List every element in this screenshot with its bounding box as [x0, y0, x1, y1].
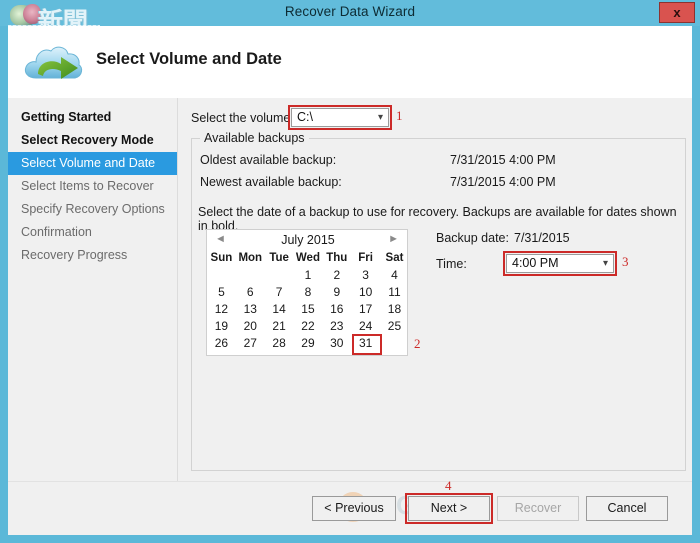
- calendar-month-title: July 2015: [281, 233, 335, 247]
- oldest-backup-label: Oldest available backup:: [200, 153, 337, 167]
- calendar-week-row: 12 13 14 15 16 17 18: [207, 301, 409, 318]
- calendar-day[interactable]: 17: [351, 301, 380, 318]
- calendar-dow: Mon: [238, 252, 263, 264]
- close-button[interactable]: x: [659, 2, 695, 23]
- calendar-day[interactable]: 10: [351, 284, 380, 301]
- annotation-4: 4: [445, 478, 452, 493]
- calendar-day-selected[interactable]: 31: [351, 334, 383, 355]
- title-bar: 新聞 Recover Data Wizard x: [0, 0, 700, 36]
- backup-date-calendar[interactable]: ◄ July 2015 ► Sun Mon Tue Wed Thu Fri Sa…: [206, 229, 408, 356]
- calendar-dow: Tue: [269, 252, 289, 264]
- calendar-day[interactable]: [236, 267, 265, 284]
- calendar-next-icon[interactable]: ►: [388, 233, 399, 245]
- newest-backup-value: 7/31/2015 4:00 PM: [450, 175, 556, 189]
- next-button[interactable]: Next >: [408, 496, 490, 521]
- calendar-dow-row: Sun Mon Tue Wed Thu Fri Sat: [207, 250, 409, 267]
- calendar-day[interactable]: 2: [322, 267, 351, 284]
- calendar-day[interactable]: 7: [265, 284, 294, 301]
- time-label: Time:: [436, 257, 467, 271]
- calendar-header: ◄ July 2015 ►: [207, 230, 407, 250]
- volume-label: Select the volume:: [191, 111, 294, 125]
- calendar-week-row: 19 20 21 22 23 24 25: [207, 318, 409, 335]
- sidebar-item-confirmation[interactable]: Confirmation: [8, 221, 177, 244]
- wizard-content-panel: Select the volume: C:\ ▾ 1 Available bac…: [179, 98, 692, 481]
- calendar-day[interactable]: 9: [322, 284, 351, 301]
- recover-data-wizard-window: 新聞 Recover Data Wizard x Select Volume a…: [0, 0, 700, 543]
- calendar-day[interactable]: 24: [351, 318, 380, 335]
- available-backups-groupbox: Available backups Oldest available backu…: [191, 131, 686, 471]
- previous-button[interactable]: < Previous: [312, 496, 396, 521]
- annotation-2: 2: [414, 336, 421, 351]
- calendar-day[interactable]: 1: [294, 267, 323, 284]
- cloud-recovery-icon: [24, 46, 83, 79]
- groupbox-legend: Available backups: [200, 131, 309, 145]
- calendar-day[interactable]: 29: [294, 335, 323, 352]
- backup-date-value: 7/31/2015: [514, 231, 570, 245]
- cancel-button[interactable]: Cancel: [586, 496, 668, 521]
- oldest-backup-value: 7/31/2015 4:00 PM: [450, 153, 556, 167]
- backup-date-label: Backup date:: [436, 231, 509, 245]
- calendar-day[interactable]: 22: [294, 318, 323, 335]
- calendar-day[interactable]: 20: [236, 318, 265, 335]
- calendar-day[interactable]: 21: [265, 318, 294, 335]
- calendar-day[interactable]: 13: [236, 301, 265, 318]
- calendar-dow: Sun: [210, 252, 233, 264]
- calendar-day[interactable]: 30: [322, 335, 351, 352]
- calendar-day[interactable]: 8: [294, 284, 323, 301]
- sidebar-item-select-items-to-recover[interactable]: Select Items to Recover: [8, 175, 177, 198]
- calendar-day[interactable]: 4: [380, 267, 409, 284]
- calendar-day[interactable]: 11: [380, 284, 409, 301]
- calendar-day[interactable]: 26: [207, 335, 236, 352]
- page-title: Select Volume and Date: [96, 50, 282, 68]
- wizard-step-sidebar: Getting Started Select Recovery Mode Sel…: [8, 98, 178, 481]
- sidebar-item-select-volume-and-date[interactable]: Select Volume and Date: [8, 152, 177, 175]
- calendar-day[interactable]: 5: [207, 284, 236, 301]
- calendar-day[interactable]: 3: [351, 267, 380, 284]
- calendar-dow: Fri: [358, 252, 373, 264]
- sidebar-item-getting-started[interactable]: Getting Started: [8, 106, 177, 129]
- wizard-footer: G < Previous Next > 4 Recover Cancel: [8, 478, 692, 535]
- calendar-day[interactable]: 18: [380, 301, 409, 318]
- volume-select-value: C:\: [297, 110, 313, 124]
- calendar-day[interactable]: 28: [265, 335, 294, 352]
- newest-backup-label: Newest available backup:: [200, 175, 342, 189]
- annotation-3: 3: [622, 254, 629, 269]
- chevron-down-icon: ▾: [377, 112, 383, 123]
- wizard-header: Select Volume and Date: [8, 26, 692, 98]
- window-title: Recover Data Wizard: [284, 4, 416, 19]
- calendar-day[interactable]: 6: [236, 284, 265, 301]
- calendar-day[interactable]: [207, 267, 236, 284]
- calendar-day[interactable]: 27: [236, 335, 265, 352]
- calendar-day[interactable]: 23: [322, 318, 351, 335]
- calendar-dow: Thu: [326, 252, 348, 264]
- recover-button: Recover: [497, 496, 579, 521]
- calendar-grid: Sun Mon Tue Wed Thu Fri Sat 1 2 3 4 5 6 …: [207, 250, 409, 355]
- calendar-dow: Wed: [295, 252, 320, 264]
- volume-select[interactable]: C:\ ▾: [291, 108, 389, 127]
- calendar-day[interactable]: 19: [207, 318, 236, 335]
- sidebar-item-specify-recovery-options[interactable]: Specify Recovery Options: [8, 198, 177, 221]
- volume-selection-row: Select the volume: C:\ ▾ 1: [191, 105, 686, 131]
- time-select-value: 4:00 PM: [512, 256, 559, 270]
- calendar-day[interactable]: [380, 335, 409, 352]
- calendar-day[interactable]: 25: [380, 318, 409, 335]
- sidebar-item-select-recovery-mode[interactable]: Select Recovery Mode: [8, 129, 177, 152]
- calendar-week-row: 5 6 7 8 9 10 11: [207, 284, 409, 301]
- calendar-day[interactable]: [265, 267, 294, 284]
- annotation-1: 1: [396, 108, 403, 123]
- calendar-week-row: 26 27 28 29 30 31: [207, 334, 409, 355]
- time-select[interactable]: 4:00 PM ▾: [506, 254, 614, 273]
- calendar-dow: Sat: [385, 252, 404, 264]
- sidebar-item-recovery-progress[interactable]: Recovery Progress: [8, 244, 177, 267]
- calendar-day[interactable]: 16: [322, 301, 351, 318]
- chevron-down-icon: ▾: [602, 258, 608, 269]
- calendar-week-row: 1 2 3 4: [207, 267, 409, 284]
- wizard-body: Getting Started Select Recovery Mode Sel…: [8, 98, 692, 481]
- calendar-day[interactable]: 15: [294, 301, 323, 318]
- calendar-day[interactable]: 14: [265, 301, 294, 318]
- calendar-day[interactable]: 12: [207, 301, 236, 318]
